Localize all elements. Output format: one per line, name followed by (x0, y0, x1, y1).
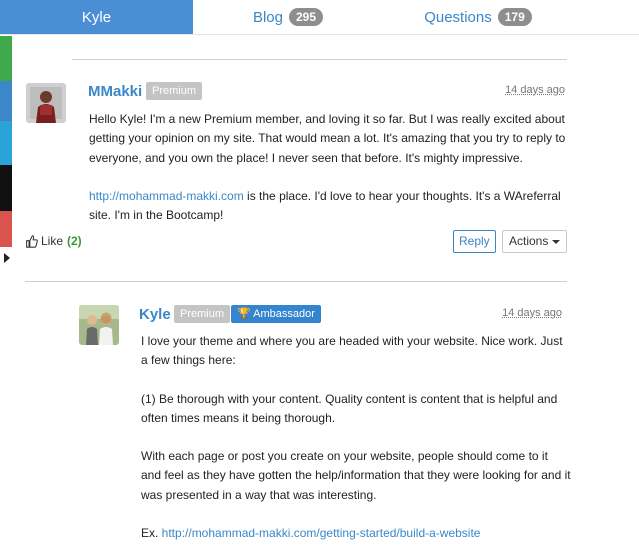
reply-paragraph: With each page or post you create on you… (141, 449, 571, 502)
share-segment-green[interactable] (0, 36, 12, 81)
premium-badge: Premium (146, 82, 203, 100)
questions-count-badge: 179 (497, 8, 532, 26)
trophy-icon: 🏆 (237, 308, 251, 320)
reply-timestamp[interactable]: 14 days ago (487, 307, 562, 319)
like-button[interactable]: Like (2) (25, 234, 82, 248)
tab-blog[interactable]: Blog 295 (193, 0, 383, 34)
avatar[interactable] (26, 83, 66, 123)
reply-button[interactable]: Reply (453, 230, 496, 253)
reply-paragraph: (1) Be thorough with your content. Quali… (141, 391, 558, 425)
thumbs-up-icon (25, 234, 38, 248)
reply-body: I love your theme and where you are head… (141, 332, 571, 543)
ambassador-label: Ambassador (253, 308, 315, 320)
comment-divider (25, 281, 567, 282)
reply-example-link[interactable]: http://mohammad-makki.com/getting-starte… (162, 526, 481, 540)
tab-questions[interactable]: Questions 179 (383, 0, 573, 34)
blog-count-badge: 295 (289, 8, 324, 26)
top-divider (72, 59, 567, 60)
actions-label: Actions (509, 234, 549, 248)
share-segment-black[interactable] (0, 165, 12, 211)
tab-blog-label: Blog (252, 8, 283, 26)
avatar[interactable] (79, 305, 119, 345)
comment-body: Hello Kyle! I'm a new Premium member, an… (89, 110, 569, 225)
caret-down-icon (552, 239, 561, 244)
reply-label: Reply (459, 234, 490, 248)
comment-site-link[interactable]: http://mohammad-makki.com (89, 189, 244, 203)
tab-kyle-label: Kyle (81, 8, 112, 26)
comment-author-name[interactable]: MMakki (88, 83, 142, 100)
comment-paragraph-link: http://mohammad-makki.com is the place. … (89, 187, 569, 226)
reply-author-name[interactable]: Kyle (139, 306, 171, 323)
tab-questions-label: Questions (424, 8, 492, 26)
like-label: Like (41, 234, 64, 248)
share-segment-lightblue[interactable] (0, 121, 12, 165)
ambassador-badge: 🏆 Ambassador (231, 305, 321, 323)
expand-arrow-icon[interactable] (4, 253, 10, 263)
social-share-strip (0, 0, 12, 553)
tab-kyle[interactable]: Kyle (0, 0, 193, 34)
premium-badge: Premium (174, 305, 231, 323)
profile-tabs: Kyle Blog 295 Questions 179 (0, 0, 639, 35)
share-segment-red[interactable] (0, 211, 12, 247)
like-count: (2) (67, 234, 82, 248)
share-segment-blue[interactable] (0, 81, 12, 121)
comment-paragraph: Hello Kyle! I'm a new Premium member, an… (89, 112, 566, 165)
reply-example: Ex. http://mohammad-makki.com/getting-st… (141, 524, 571, 543)
example-label: Ex. (141, 526, 162, 541)
reply-paragraph: I love your theme and where you are head… (141, 334, 563, 368)
actions-dropdown[interactable]: Actions (502, 230, 568, 253)
comment-timestamp[interactable]: 14 days ago (490, 84, 565, 96)
